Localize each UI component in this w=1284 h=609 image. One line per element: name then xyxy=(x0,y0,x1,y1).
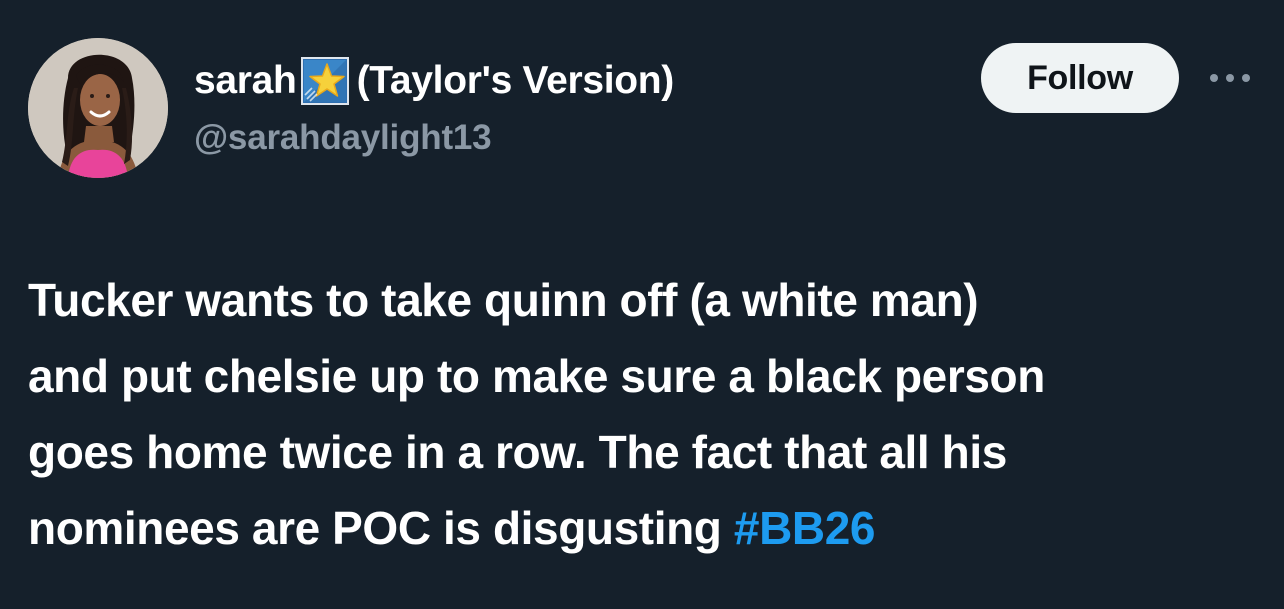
author-name-suffix[interactable]: (Taylor's Version) xyxy=(357,59,675,103)
tweet-text-line: goes home twice in a row. The fact that … xyxy=(28,426,1007,478)
follow-button[interactable]: Follow xyxy=(981,43,1179,113)
tweet-text-line: and put chelsie up to make sure a black … xyxy=(28,350,1045,402)
tweet-text-line: Tucker wants to take quinn off (a white … xyxy=(28,274,979,326)
author-name[interactable]: sarah xyxy=(194,59,297,103)
avatar[interactable] xyxy=(28,38,168,178)
tweet-text-line: nominees are POC is disgusting xyxy=(28,502,734,554)
tweet-text: Tucker wants to take quinn off (a white … xyxy=(28,262,1268,566)
author-name-row[interactable]: sarah (Taylor's Version) xyxy=(194,56,674,106)
more-options-button[interactable] xyxy=(1202,62,1258,94)
star-emoji-icon xyxy=(300,57,349,105)
hashtag-link[interactable]: #BB26 xyxy=(734,502,876,554)
ellipsis-icon xyxy=(1210,74,1250,82)
profile-photo-image xyxy=(28,38,168,178)
author-handle[interactable]: @sarahdaylight13 xyxy=(194,118,492,158)
